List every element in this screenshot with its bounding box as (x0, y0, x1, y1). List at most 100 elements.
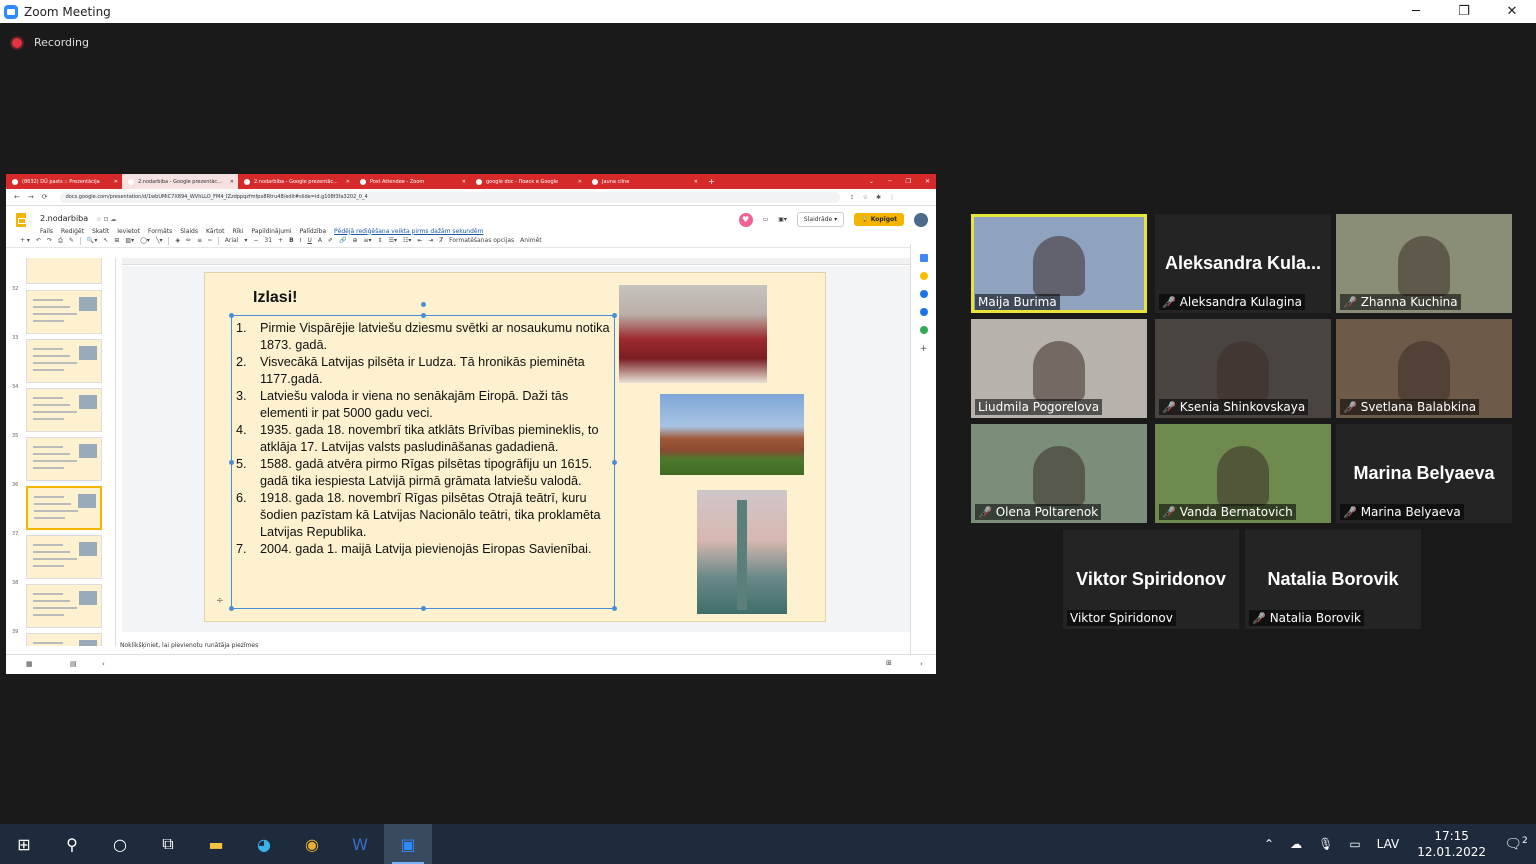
slide[interactable]: Izlasi! 1. Pirmie Vispārējie latviešu dzi… (204, 272, 826, 622)
resize-handle[interactable] (229, 460, 234, 465)
url-field[interactable]: docs.google.com/presentation/d/1wbUMiC7X… (59, 191, 840, 203)
extensions-icon[interactable]: ✱ (876, 194, 881, 201)
slide-thumbnail[interactable] (26, 437, 102, 481)
reload-icon[interactable]: ⟳ (42, 193, 48, 201)
windows-start-icon[interactable]: ⊞ (0, 824, 48, 864)
language-indicator[interactable]: LAV (1377, 837, 1400, 851)
new-slide-icon[interactable]: + ▾ (20, 237, 30, 244)
font-size-field[interactable]: 31 (264, 237, 272, 244)
task-view-icon[interactable]: ⧉ (144, 824, 192, 864)
participant-tile[interactable]: 🎤̸ Vanda Bernatovich (1155, 424, 1331, 523)
minimize-button[interactable]: ─ (1392, 0, 1440, 23)
bulleted-list-icon[interactable]: ☷▾ (403, 237, 411, 244)
browser-tab[interactable]: 2.nodarbiba - Google prezentāc... ✕ (122, 174, 238, 189)
border-dash-icon[interactable]: ┅ (208, 237, 212, 244)
participant-tile[interactable]: 🎤̸ Olena Poltarenok (971, 424, 1147, 523)
tab-close-icon[interactable]: ✕ (578, 179, 582, 185)
image-icon[interactable]: ▨▾ (125, 237, 134, 244)
menu-item[interactable]: Palīdzība (300, 228, 326, 235)
tab-close-icon[interactable]: ✕ (346, 179, 350, 185)
comment-icon[interactable]: ⊕ (352, 237, 357, 244)
undo-icon[interactable]: ↶ (36, 237, 41, 244)
menu-item[interactable]: Formāts (148, 228, 172, 235)
line-spacing-icon[interactable]: ⇕ (378, 237, 383, 244)
present-mode-icon[interactable]: ▣▾ (778, 216, 787, 223)
tab-close-icon[interactable]: ✕ (230, 179, 234, 185)
explore-icon[interactable]: ⊞ (886, 659, 892, 667)
freedom-monument-photo[interactable] (697, 490, 787, 614)
slide-thumbnail[interactable] (26, 535, 102, 579)
font-size-increase-icon[interactable]: + (278, 237, 283, 244)
slide-thumbnail[interactable] (26, 486, 102, 530)
indent-increase-icon[interactable]: ⇥ (428, 237, 433, 244)
cloud-icon[interactable]: ☁ (1290, 837, 1302, 851)
animate-button[interactable]: Animēt (520, 237, 541, 244)
browser-tab[interactable]: Post Attendee - Zoom ✕ (354, 174, 470, 189)
resize-handle[interactable] (612, 606, 617, 611)
participant-tile[interactable]: Liudmila Pogorelova (971, 319, 1147, 418)
selected-textbox[interactable]: 1. Pirmie Vispārējie latviešu dziesmu svē… (216, 302, 617, 611)
participant-tile[interactable]: Viktor Spiridonov Viktor Spiridonov (1063, 530, 1239, 629)
zoom-icon[interactable]: 🔍▾ (87, 237, 97, 244)
forward-icon[interactable]: → (28, 193, 34, 201)
grid-view-icon[interactable]: ▦ (26, 660, 33, 668)
browser-tab[interactable]: Jauna cilne ✕ (586, 174, 702, 189)
resize-handle[interactable] (421, 606, 426, 611)
border-weight-icon[interactable]: ≡ (197, 237, 202, 244)
link-icon[interactable]: 🔗 (339, 237, 346, 244)
autofit-icon[interactable]: ÷ (216, 596, 224, 606)
menu-item[interactable]: Ievietot (117, 228, 140, 235)
italic-icon[interactable]: I (300, 237, 302, 244)
battery-icon[interactable]: ▭ (1349, 837, 1360, 851)
bookmark-star-icon[interactable]: ☆ (863, 194, 868, 201)
expand-panel-icon[interactable]: › (920, 660, 923, 668)
slide-thumbnail[interactable] (26, 388, 102, 432)
notifications-icon[interactable]: 🗨2 (1496, 836, 1536, 853)
browser-tab[interactable]: google doc - Поиск в Google ✕ (470, 174, 586, 189)
resize-handle[interactable] (229, 313, 234, 318)
border-color-icon[interactable]: ✏ (186, 237, 191, 244)
song-festival-photo[interactable] (619, 285, 767, 383)
slide-thumbnail[interactable] (26, 339, 102, 383)
menu-item[interactable]: Rīki (232, 228, 243, 235)
browser-minimize-icon[interactable]: ─ (888, 178, 892, 185)
chevron-up-icon[interactable]: ⌃ (1264, 837, 1274, 851)
clock[interactable]: 17:15 12.01.2022 (1417, 828, 1486, 860)
font-size-decrease-icon[interactable]: − (253, 237, 258, 244)
tab-close-icon[interactable]: ✕ (462, 179, 466, 185)
select-icon[interactable]: ↖ (103, 237, 108, 244)
slide-thumbnail[interactable] (26, 258, 102, 284)
redo-icon[interactable]: ↷ (47, 237, 52, 244)
menu-item[interactable]: Kārtot (206, 228, 224, 235)
microphone-icon[interactable]: 🎙 (1318, 837, 1333, 851)
participant-tile[interactable]: Maija Burima (971, 214, 1147, 313)
text-color-icon[interactable]: A (318, 237, 322, 244)
participant-tile[interactable]: Marina Belyaeva 🎤̸ Marina Belyaeva (1336, 424, 1512, 523)
resize-handle[interactable] (612, 313, 617, 318)
heart-icon[interactable]: ♥ (738, 212, 753, 227)
resize-handle[interactable] (229, 606, 234, 611)
contacts-icon[interactable] (919, 308, 928, 316)
tasks-icon[interactable] (919, 290, 928, 298)
menu-item[interactable]: Skatīt (92, 228, 109, 235)
collapse-icon[interactable]: ‹ (102, 660, 105, 668)
browser-tab[interactable]: (8632) DŪ pasts :: Prezentācija ✕ (6, 174, 122, 189)
fill-color-icon[interactable]: ◈ (175, 237, 180, 244)
speaker-notes[interactable]: Noklikšķiniet, lai pievienotu runātāja p… (118, 636, 910, 654)
tab-search-icon[interactable]: ⌄ (869, 178, 874, 185)
share-button[interactable]: 🔒 Kopīgot (854, 213, 904, 226)
chrome-icon[interactable]: ◉ (288, 824, 336, 864)
file-explorer-icon[interactable]: ▬ (192, 824, 240, 864)
menu-item[interactable]: Papildinājumi (251, 228, 291, 235)
slide-title[interactable]: Izlasi! (253, 289, 297, 307)
menu-item[interactable]: Slaids (180, 228, 198, 235)
search-icon[interactable]: ⚲ (48, 824, 96, 864)
tab-close-icon[interactable]: ✕ (694, 179, 698, 185)
recording-indicator[interactable]: Recording (12, 36, 89, 49)
add-addon-icon[interactable]: + (911, 344, 936, 354)
slide-thumbnail[interactable] (26, 290, 102, 334)
resize-handle[interactable] (421, 313, 426, 318)
browser-tab[interactable]: 2.nodarbiba - Google prezentāc... ✕ (238, 174, 354, 189)
participant-tile[interactable]: 🎤̸ Ksenia Shinkovskaya (1155, 319, 1331, 418)
word-icon[interactable]: W (336, 824, 384, 864)
